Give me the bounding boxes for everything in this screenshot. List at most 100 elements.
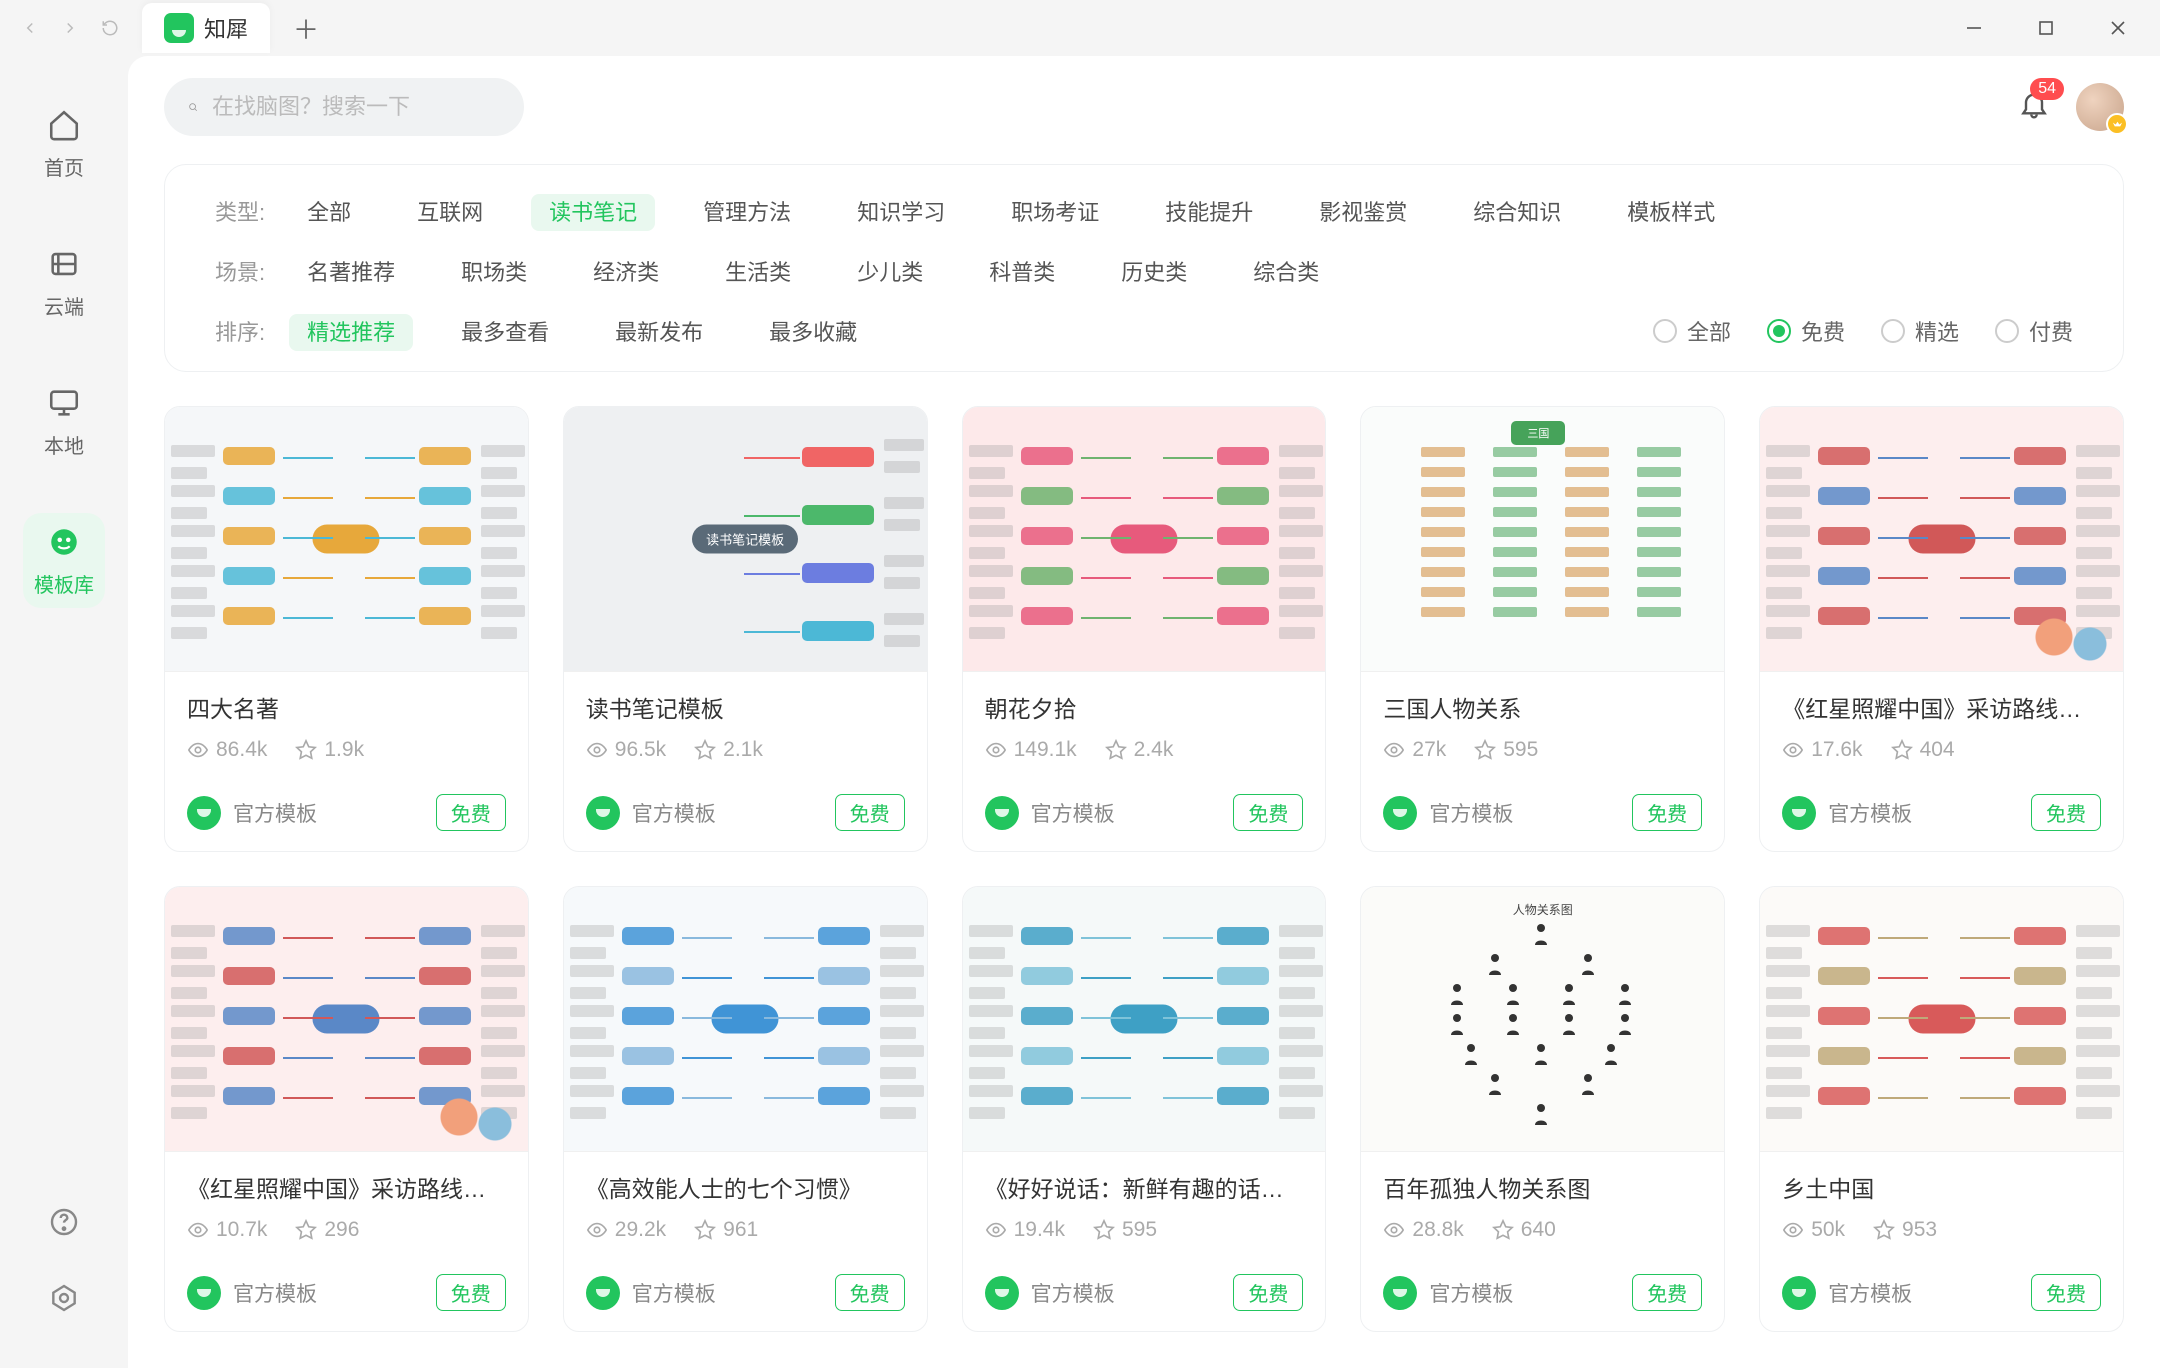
filter-chip-scene-2[interactable]: 经济类 <box>575 254 677 291</box>
maximize-button[interactable] <box>2028 10 2064 46</box>
card-stars: 1.9k <box>295 738 364 762</box>
filter-chip-type-7[interactable]: 影视鉴赏 <box>1301 194 1425 231</box>
filter-chip-type-4[interactable]: 知识学习 <box>839 194 963 231</box>
price-radio-1[interactable]: 免费 <box>1767 315 1845 347</box>
filter-chip-type-2[interactable]: 读书笔记 <box>531 194 655 231</box>
close-button[interactable] <box>2100 10 2136 46</box>
card-views: 27k <box>1383 738 1446 762</box>
filter-chip-sort-2[interactable]: 最新发布 <box>597 314 721 351</box>
price-badge: 免费 <box>2031 1274 2101 1311</box>
card-stars: 2.1k <box>694 738 763 762</box>
source-logo-icon <box>1782 1276 1816 1310</box>
filter-chip-type-8[interactable]: 综合知识 <box>1455 194 1579 231</box>
card-grid: 四大名著86.4k1.9k官方模板免费读书笔记模板读书笔记模板96.5k2.1k… <box>164 406 2124 1332</box>
price-radio-2[interactable]: 精选 <box>1881 315 1959 347</box>
sidebar-item-label: 模板库 <box>34 569 94 598</box>
card-views: 86.4k <box>187 738 267 762</box>
template-card[interactable]: 《红星照耀中国》采访路线及内...17.6k404官方模板免费 <box>1759 406 2124 852</box>
search-input[interactable] <box>212 94 500 120</box>
templates-icon <box>45 523 83 561</box>
template-card[interactable]: 朝花夕拾149.1k2.4k官方模板免费 <box>962 406 1327 852</box>
minimize-button[interactable] <box>1956 10 1992 46</box>
card-source: 官方模板 <box>1828 1278 1912 1308</box>
new-tab-button[interactable]: ＋ <box>286 8 326 48</box>
sidebar-item-cloud[interactable]: 云端 <box>23 235 105 330</box>
card-source: 官方模板 <box>1031 1278 1115 1308</box>
filter-chip-sort-0[interactable]: 精选推荐 <box>289 314 413 351</box>
card-thumbnail <box>165 407 528 671</box>
price-radio-0[interactable]: 全部 <box>1653 315 1731 347</box>
filter-chip-scene-1[interactable]: 职场类 <box>443 254 545 291</box>
settings-button[interactable] <box>44 1278 84 1318</box>
sidebar-item-local[interactable]: 本地 <box>23 374 105 469</box>
radio-label: 付费 <box>2029 315 2073 347</box>
filter-chip-type-9[interactable]: 模板样式 <box>1609 194 1733 231</box>
template-card[interactable]: 《高效能人士的七个习惯》29.2k961官方模板免费 <box>563 886 928 1332</box>
card-thumbnail <box>564 887 927 1151</box>
filter-chip-type-5[interactable]: 职场考证 <box>993 194 1117 231</box>
filter-chip-type-6[interactable]: 技能提升 <box>1147 194 1271 231</box>
card-thumbnail: 三国 <box>1361 407 1724 671</box>
filter-chip-scene-3[interactable]: 生活类 <box>707 254 809 291</box>
source-logo-icon <box>187 796 221 830</box>
notification-count: 54 <box>2030 78 2064 100</box>
template-card[interactable]: 读书笔记模板读书笔记模板96.5k2.1k官方模板免费 <box>563 406 928 852</box>
back-button[interactable] <box>10 8 50 48</box>
vip-badge-icon <box>2106 113 2128 135</box>
card-source: 官方模板 <box>632 1278 716 1308</box>
eye-icon <box>1782 1219 1804 1241</box>
star-icon <box>694 739 716 761</box>
filter-chip-type-1[interactable]: 互联网 <box>399 194 501 231</box>
forward-button[interactable] <box>50 8 90 48</box>
card-scroll-area[interactable]: 四大名著86.4k1.9k官方模板免费读书笔记模板读书笔记模板96.5k2.1k… <box>128 372 2160 1368</box>
monitor-icon <box>45 384 83 422</box>
filter-chip-scene-6[interactable]: 历史类 <box>1103 254 1205 291</box>
card-stars: 404 <box>1891 738 1955 762</box>
radio-label: 免费 <box>1801 315 1845 347</box>
eye-icon <box>985 739 1007 761</box>
card-stars: 595 <box>1474 738 1538 762</box>
radio-label: 精选 <box>1915 315 1959 347</box>
sidebar-item-templates[interactable]: 模板库 <box>23 513 105 608</box>
card-title: 乡土中国 <box>1782 1170 2101 1204</box>
radio-icon <box>1653 319 1677 343</box>
sidebar-item-home[interactable]: 首页 <box>23 96 105 191</box>
filter-chip-scene-5[interactable]: 科普类 <box>971 254 1073 291</box>
filter-chip-sort-1[interactable]: 最多查看 <box>443 314 567 351</box>
price-badge: 免费 <box>1632 794 1702 831</box>
template-card[interactable]: 《红星照耀中国》采访路线及内...10.7k296官方模板免费 <box>164 886 529 1332</box>
tab-active[interactable]: 知犀 <box>142 3 270 53</box>
price-badge: 免费 <box>1233 794 1303 831</box>
filter-chip-scene-7[interactable]: 综合类 <box>1235 254 1337 291</box>
card-source: 官方模板 <box>1429 1278 1513 1308</box>
reload-button[interactable] <box>90 8 130 48</box>
source-logo-icon <box>1383 1276 1417 1310</box>
source-logo-icon <box>586 796 620 830</box>
template-card[interactable]: 《好好说话：新鲜有趣的话术精...19.4k595官方模板免费 <box>962 886 1327 1332</box>
help-button[interactable] <box>44 1202 84 1242</box>
filter-panel: 类型: 全部互联网读书笔记管理方法知识学习职场考证技能提升影视鉴赏综合知识模板样… <box>164 164 2124 372</box>
notifications-button[interactable]: 54 <box>2018 88 2050 126</box>
filter-chip-scene-0[interactable]: 名著推荐 <box>289 254 413 291</box>
card-source: 官方模板 <box>1429 798 1513 828</box>
star-icon <box>1093 1219 1115 1241</box>
template-card[interactable]: 三国三国人物关系27k595官方模板免费 <box>1360 406 1725 852</box>
filter-chip-type-0[interactable]: 全部 <box>289 194 369 231</box>
filter-chip-sort-3[interactable]: 最多收藏 <box>751 314 875 351</box>
source-logo-icon <box>187 1276 221 1310</box>
template-card[interactable]: 四大名著86.4k1.9k官方模板免费 <box>164 406 529 852</box>
template-card[interactable]: 人物关系图百年孤独人物关系图28.8k640官方模板免费 <box>1360 886 1725 1332</box>
price-badge: 免费 <box>835 1274 905 1311</box>
card-views: 10.7k <box>187 1218 267 1242</box>
card-source: 官方模板 <box>1828 798 1912 828</box>
template-card[interactable]: 乡土中国50k953官方模板免费 <box>1759 886 2124 1332</box>
filter-chip-scene-4[interactable]: 少儿类 <box>839 254 941 291</box>
filter-chip-type-3[interactable]: 管理方法 <box>685 194 809 231</box>
card-views: 96.5k <box>586 738 666 762</box>
price-radio-3[interactable]: 付费 <box>1995 315 2073 347</box>
card-title: 四大名著 <box>187 690 506 724</box>
search-container[interactable] <box>164 78 524 136</box>
sidebar: 首页 云端 本地 模板库 <box>0 56 128 1368</box>
avatar[interactable] <box>2076 83 2124 131</box>
star-icon <box>295 1219 317 1241</box>
